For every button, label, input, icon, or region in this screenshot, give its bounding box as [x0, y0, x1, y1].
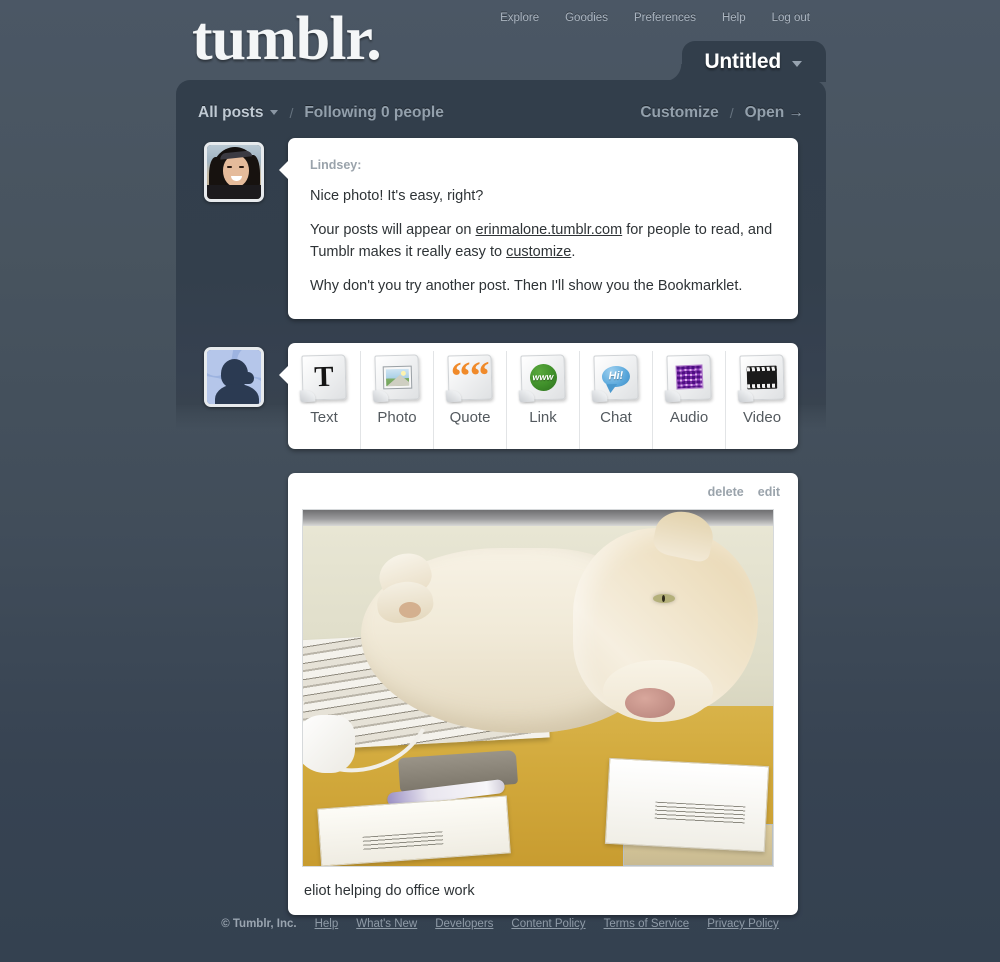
post-actions: delete edit — [302, 485, 784, 499]
chevron-down-icon — [792, 60, 802, 67]
blog-title: Untitled — [704, 49, 781, 73]
welcome-message-row: Lindsey: Nice photo! It's easy, right? Y… — [176, 138, 826, 320]
post-type-audio[interactable]: Audio — [653, 351, 726, 450]
subnav-separator-2: / — [729, 105, 734, 121]
photo-post-row: delete edit eliot helping do office work — [176, 473, 826, 916]
message-author: Lindsey: — [310, 158, 362, 172]
chat-glyph: Hi! — [601, 365, 631, 388]
edit-post-link[interactable]: edit — [758, 485, 780, 499]
post-type-label: Audio — [669, 409, 709, 427]
audio-note-icon — [664, 353, 714, 403]
copyright-text: © Tumblr, Inc. — [221, 918, 297, 930]
speech-pointer — [279, 365, 289, 386]
footer-link-content-policy[interactable]: Content Policy — [511, 918, 585, 930]
text-note-icon: T — [299, 353, 349, 403]
chevron-down-icon — [270, 110, 279, 115]
post-type-label: Video — [742, 409, 782, 427]
site-header: tumblr. Explore Goodies Preferences Help… — [0, 0, 1000, 82]
post-type-label: Text — [310, 409, 338, 427]
subnav-separator: / — [289, 105, 294, 121]
link-glyph: www — [529, 363, 557, 392]
post-type-label: Quote — [449, 409, 491, 427]
chat-note-icon: Hi! — [591, 353, 641, 403]
footer-link-help[interactable]: Help — [315, 918, 339, 930]
subnav-right: Customize / Open → — [640, 104, 804, 122]
top-nav-preferences[interactable]: Preferences — [634, 12, 696, 24]
post-type-label: Link — [529, 409, 557, 427]
all-posts-filter[interactable]: All posts — [198, 104, 279, 122]
post-type-card: T Text Photo ““ Quote www Link Hi! Chat … — [279, 343, 798, 450]
top-nav-goodies[interactable]: Goodies — [565, 12, 608, 24]
speech-pointer — [279, 160, 289, 180]
message-line-2-a: Your posts will appear on — [310, 222, 476, 239]
subnav-left: All posts / Following 0 people — [198, 104, 444, 122]
customize-inline-link[interactable]: customize — [506, 244, 571, 260]
top-navigation: Explore Goodies Preferences Help Log out — [500, 12, 810, 24]
post-photo[interactable] — [302, 509, 774, 868]
link-note-icon: www — [518, 353, 568, 403]
avatar-lindsey[interactable] — [204, 142, 264, 202]
top-nav-help[interactable]: Help — [722, 12, 746, 24]
dashboard-content: Lindsey: Nice photo! It's easy, right? Y… — [176, 138, 826, 939]
top-nav-explore[interactable]: Explore — [500, 12, 539, 24]
post-type-quote[interactable]: ““ Quote — [434, 351, 507, 450]
blog-url-link[interactable]: erinmalone.tumblr.com — [476, 222, 623, 238]
footer-link-whats-new[interactable]: What's New — [356, 918, 417, 930]
video-note-icon — [737, 353, 787, 403]
message-line-1: Nice photo! It's easy, right? — [310, 188, 484, 204]
post-caption: eliot helping do office work — [304, 883, 475, 900]
all-posts-label: All posts — [198, 104, 264, 121]
dashboard-subnav: All posts / Following 0 people Customize… — [176, 96, 826, 130]
delete-post-link[interactable]: delete — [708, 485, 744, 499]
quote-note-icon: ““ — [445, 353, 495, 403]
post-type-photo[interactable]: Photo — [361, 351, 434, 450]
post-type-chat[interactable]: Hi! Chat — [580, 351, 653, 450]
post-type-selector: T Text Photo ““ Quote www Link Hi! Chat … — [288, 343, 798, 450]
default-avatar-image — [207, 350, 261, 405]
message-line-2-c: . — [571, 243, 576, 260]
message-line-3: Why don't you try another post. Then I'l… — [310, 277, 743, 294]
photo-note-icon — [372, 353, 422, 403]
welcome-message-card: Lindsey: Nice photo! It's easy, right? Y… — [279, 138, 798, 320]
post-type-link[interactable]: www Link — [507, 351, 580, 450]
open-blog-link[interactable]: Open → — [745, 104, 804, 122]
following-link[interactable]: Following 0 people — [304, 104, 444, 122]
footer-link-developers[interactable]: Developers — [435, 918, 493, 930]
footer-link-privacy[interactable]: Privacy Policy — [707, 918, 779, 930]
avatar-user[interactable] — [204, 347, 264, 408]
avatar-photo-image — [207, 145, 261, 199]
tumblr-logo[interactable]: tumblr. — [192, 8, 382, 70]
post-type-video[interactable]: Video — [726, 351, 798, 449]
photo-post-card: delete edit eliot helping do office work — [288, 473, 798, 916]
post-type-label: Chat — [600, 409, 632, 427]
site-footer: © Tumblr, Inc. Help What's New Developer… — [0, 918, 1000, 930]
customize-link[interactable]: Customize — [640, 104, 718, 122]
top-nav-logout[interactable]: Log out — [772, 12, 810, 24]
blog-selector-tab[interactable]: Untitled — [664, 41, 826, 82]
message-line-2: Your posts will appear on erinmalone.tum… — [310, 220, 776, 263]
post-type-label: Photo — [377, 409, 417, 427]
footer-link-terms[interactable]: Terms of Service — [604, 918, 690, 930]
post-type-text[interactable]: T Text — [288, 351, 361, 450]
post-type-row: T Text Photo ““ Quote www Link Hi! Chat … — [176, 343, 826, 450]
